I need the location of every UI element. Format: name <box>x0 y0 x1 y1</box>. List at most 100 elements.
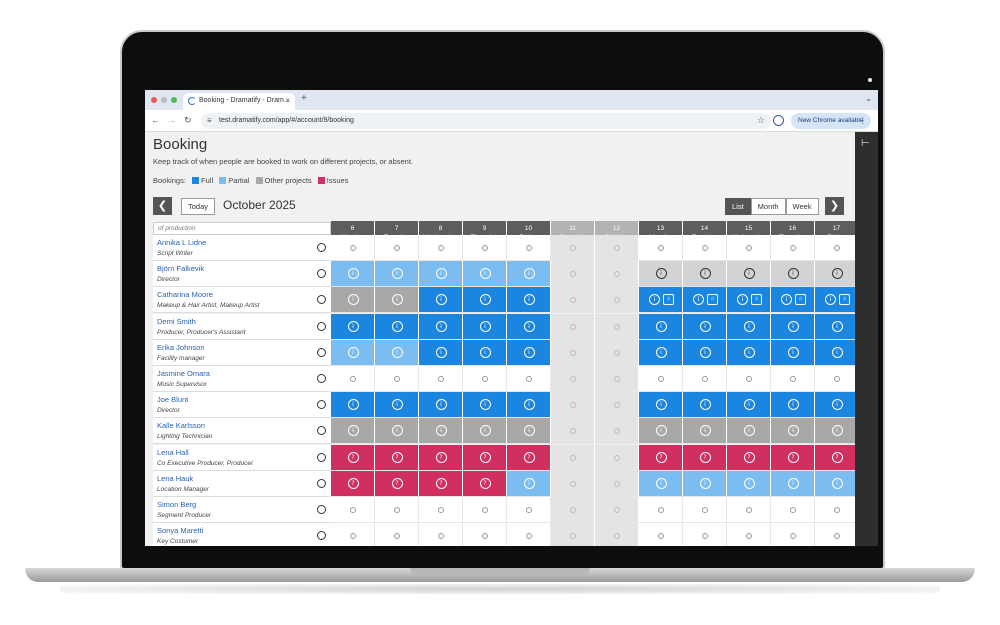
booking-cell[interactable]: i <box>331 261 375 288</box>
booking-cell[interactable]: i <box>771 339 815 366</box>
browser-tab[interactable]: Booking - Dramatify - Dram… × <box>183 93 295 110</box>
booking-cell[interactable]: i <box>771 261 815 288</box>
profile-avatar-icon[interactable] <box>773 115 784 126</box>
person-name-link[interactable]: Jasmine Omara <box>157 369 210 378</box>
person-select-radio[interactable] <box>317 426 326 436</box>
booking-cell[interactable] <box>419 366 463 392</box>
booking-cell[interactable] <box>551 366 595 392</box>
booking-cell[interactable]: i <box>419 392 463 419</box>
booking-cell[interactable] <box>551 444 595 471</box>
person-name-link[interactable]: Joe Blunt <box>157 395 188 404</box>
booking-cell[interactable]: i <box>815 470 859 497</box>
booking-cell[interactable]: i <box>375 287 419 314</box>
booking-cell[interactable]: ? <box>815 444 859 471</box>
booking-cell[interactable]: i <box>727 418 771 445</box>
booking-cell[interactable] <box>595 392 639 419</box>
person-name-link[interactable]: Kalle Karlsson <box>157 421 205 430</box>
booking-cell[interactable] <box>419 497 463 523</box>
booking-cell[interactable] <box>507 497 551 523</box>
tab-close-icon[interactable]: × <box>285 96 290 105</box>
person-select-radio[interactable] <box>317 243 326 252</box>
booking-cell[interactable] <box>639 523 683 546</box>
booking-cell[interactable]: i <box>419 418 463 445</box>
window-close-dot[interactable] <box>151 97 157 103</box>
booking-cell[interactable] <box>815 235 859 261</box>
booking-cell[interactable]: i <box>463 261 507 288</box>
booking-cell[interactable]: i <box>683 313 727 340</box>
person-name-link[interactable]: Annika L Lidne <box>157 238 206 247</box>
booking-cell[interactable] <box>331 366 375 392</box>
booking-cell[interactable] <box>375 497 419 523</box>
booking-cell[interactable]: i <box>639 339 683 366</box>
booking-cell[interactable]: i <box>507 313 551 340</box>
person-select-radio[interactable] <box>317 452 326 462</box>
person-name-link[interactable]: Demi Smith <box>157 317 196 326</box>
booking-cell[interactable] <box>815 366 859 392</box>
person-select-radio[interactable] <box>317 269 326 279</box>
booking-cell[interactable]: i <box>815 392 859 419</box>
booking-cell[interactable]: i <box>771 418 815 445</box>
booking-cell[interactable]: i <box>683 261 727 288</box>
booking-cell[interactable]: i <box>507 392 551 419</box>
booking-cell[interactable]: i <box>507 339 551 366</box>
booking-cell[interactable]: ? <box>375 470 419 497</box>
booking-cell[interactable]: i <box>419 287 463 314</box>
booking-cell[interactable] <box>727 523 771 546</box>
booking-cell[interactable] <box>595 313 639 340</box>
booking-cell[interactable] <box>551 313 595 340</box>
booking-cell[interactable]: ⌂ i <box>815 287 859 314</box>
view-list-button[interactable]: List <box>725 198 751 215</box>
booking-cell[interactable]: i <box>331 313 375 340</box>
booking-cell[interactable] <box>771 235 815 261</box>
booking-cell[interactable] <box>595 287 639 314</box>
booking-cell[interactable] <box>727 235 771 261</box>
booking-cell[interactable]: i <box>507 261 551 288</box>
booking-cell[interactable] <box>551 392 595 419</box>
booking-cell[interactable] <box>551 235 595 261</box>
booking-cell[interactable]: i <box>507 287 551 314</box>
booking-cell[interactable]: ? <box>463 470 507 497</box>
reload-icon[interactable]: ↻ <box>184 115 192 126</box>
booking-cell[interactable] <box>771 497 815 523</box>
today-button[interactable]: Today <box>181 198 215 215</box>
booking-cell[interactable] <box>375 235 419 261</box>
booking-cell[interactable] <box>463 366 507 392</box>
booking-cell[interactable]: i <box>419 339 463 366</box>
booking-cell[interactable]: i <box>727 470 771 497</box>
booking-cell[interactable] <box>507 366 551 392</box>
booking-cell[interactable] <box>639 366 683 392</box>
new-tab-button[interactable]: + <box>301 93 307 104</box>
booking-cell[interactable] <box>595 444 639 471</box>
booking-cell[interactable]: i <box>463 339 507 366</box>
booking-cell[interactable]: i <box>419 261 463 288</box>
booking-cell[interactable]: i <box>815 261 859 288</box>
booking-cell[interactable]: i <box>375 313 419 340</box>
booking-cell[interactable]: i <box>331 287 375 314</box>
booking-cell[interactable]: i <box>331 339 375 366</box>
next-period-button[interactable]: ❯ <box>825 197 844 215</box>
address-bar[interactable]: ≡ test.dramatify.com/app/#/account/9/boo… <box>201 113 771 129</box>
booking-cell[interactable] <box>683 523 727 546</box>
booking-cell[interactable] <box>507 235 551 261</box>
booking-cell[interactable]: i <box>375 261 419 288</box>
booking-cell[interactable]: i <box>463 287 507 314</box>
person-name-link[interactable]: Sonya Maretti <box>157 526 203 535</box>
booking-cell[interactable] <box>419 235 463 261</box>
booking-cell[interactable] <box>463 523 507 546</box>
booking-cell[interactable] <box>331 523 375 546</box>
booking-cell[interactable]: ? <box>727 444 771 471</box>
booking-cell[interactable] <box>463 497 507 523</box>
booking-cell[interactable] <box>463 235 507 261</box>
previous-period-button[interactable]: ❮ <box>153 197 172 215</box>
booking-cell[interactable]: i <box>815 418 859 445</box>
booking-cell[interactable]: i <box>463 313 507 340</box>
booking-cell[interactable] <box>595 235 639 261</box>
booking-cell[interactable]: ? <box>771 444 815 471</box>
person-select-radio[interactable] <box>317 374 326 383</box>
person-select-radio[interactable] <box>317 531 326 541</box>
person-name-link[interactable]: Lena Hall <box>157 448 189 457</box>
booking-cell[interactable]: i <box>507 470 551 497</box>
person-name-link[interactable]: Erika Johnson <box>157 343 205 352</box>
booking-cell[interactable]: ? <box>331 470 375 497</box>
person-name-link[interactable]: Catharina Moore <box>157 290 213 299</box>
